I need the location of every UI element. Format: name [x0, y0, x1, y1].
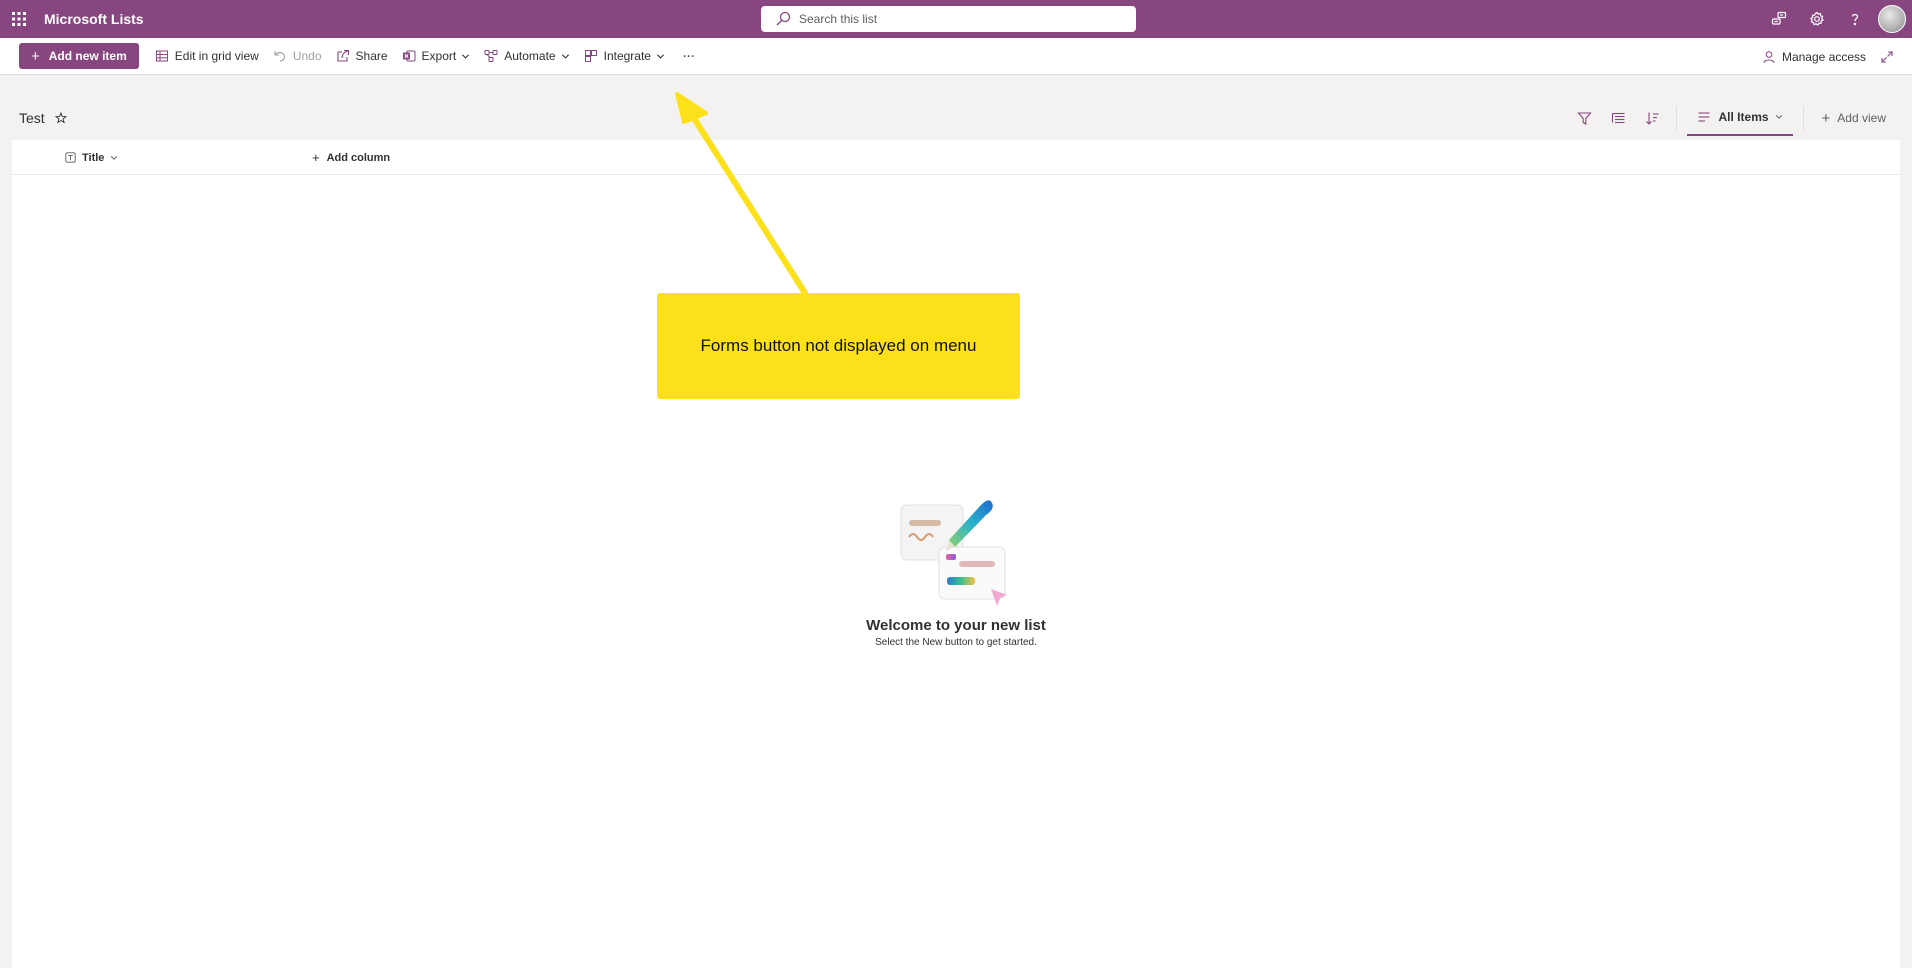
- share-label: Share: [355, 49, 388, 63]
- export-button[interactable]: Export: [395, 38, 478, 75]
- undo-icon: [274, 51, 285, 62]
- chevron-down-icon: [111, 155, 118, 160]
- chevron-down-icon: [462, 53, 470, 59]
- column-header-title[interactable]: Title: [65, 140, 118, 175]
- gear-icon: [1810, 11, 1824, 26]
- grid-icon: [155, 50, 168, 62]
- view-list-icon: [1698, 112, 1710, 122]
- annotation-callout: Forms button not displayed on menu: [657, 293, 1020, 399]
- person-icon: [1763, 50, 1775, 63]
- more-icon: ···: [682, 49, 695, 63]
- suite-actions: [1760, 0, 1912, 38]
- chevron-down-icon: [1775, 115, 1782, 119]
- app-launcher-button[interactable]: [0, 0, 38, 38]
- more-commands-button[interactable]: ···: [676, 38, 702, 75]
- search-box[interactable]: [761, 6, 1136, 32]
- sort-button[interactable]: [1636, 100, 1670, 136]
- command-bar: + Add new item Edit in grid view Undo Sh…: [0, 38, 1912, 75]
- expand-button[interactable]: [1873, 38, 1912, 75]
- add-view-label: Add view: [1837, 111, 1886, 125]
- new-list-illustration: [900, 500, 1007, 606]
- integrate-label: Integrate: [603, 49, 651, 63]
- add-new-item-label: Add new item: [48, 49, 127, 63]
- add-new-item-button[interactable]: + Add new item: [19, 43, 139, 69]
- filter-button[interactable]: [1568, 100, 1602, 136]
- plus-icon: +: [31, 47, 40, 65]
- chevron-down-icon: [561, 53, 569, 59]
- empty-state-subtitle: Select the New button to get started.: [875, 637, 1037, 648]
- text-column-icon: [65, 152, 76, 163]
- manage-access-button[interactable]: Manage access: [1755, 38, 1873, 75]
- expand-icon: [1881, 50, 1893, 63]
- suite-header: Microsoft Lists: [0, 0, 1912, 38]
- view-selector-label: All Items: [1718, 110, 1769, 124]
- column-title-label: Title: [82, 151, 105, 164]
- divider: [1675, 106, 1677, 130]
- sort-icon: [1646, 112, 1659, 125]
- integrate-button[interactable]: Integrate: [577, 38, 672, 75]
- plus-icon: +: [1821, 109, 1831, 127]
- manage-access-label: Manage access: [1781, 49, 1866, 64]
- undo-button[interactable]: Undo: [266, 38, 329, 75]
- share-button[interactable]: Share: [329, 38, 395, 75]
- add-view-button[interactable]: + Add view: [1810, 100, 1912, 136]
- empty-state-title: Welcome to your new list: [866, 617, 1046, 634]
- list-title: Test: [19, 110, 67, 126]
- automate-label: Automate: [504, 49, 556, 63]
- column-header-row: Title + Add column: [12, 140, 1900, 175]
- add-column-label: Add column: [326, 151, 391, 164]
- share-feedback-icon: [1771, 11, 1787, 25]
- search-icon: [776, 11, 791, 26]
- filter-icon: [1577, 111, 1592, 125]
- edit-grid-view-label: Edit in grid view: [174, 49, 259, 63]
- search-input[interactable]: [799, 12, 1119, 26]
- group-icon: [1611, 112, 1625, 123]
- view-tools: All Items + Add view: [1568, 100, 1912, 136]
- edit-grid-view-button[interactable]: Edit in grid view: [148, 38, 266, 75]
- integrate-icon: [584, 50, 597, 62]
- help-icon: [1851, 13, 1859, 26]
- divider: [1802, 106, 1804, 130]
- group-button[interactable]: [1602, 100, 1636, 136]
- share-icon: [336, 49, 349, 62]
- automate-icon: [484, 50, 498, 62]
- list-title-text[interactable]: Test: [19, 110, 45, 126]
- waffle-icon: [12, 12, 26, 26]
- star-icon[interactable]: [54, 112, 67, 124]
- automate-button[interactable]: Automate: [477, 38, 576, 75]
- list-content: Title + Add column Welcome to your new l…: [12, 140, 1900, 968]
- plus-icon: +: [312, 150, 320, 165]
- export-label: Export: [421, 49, 457, 63]
- add-column-button[interactable]: + Add column: [312, 140, 390, 175]
- settings-button[interactable]: [1798, 0, 1836, 38]
- view-selector[interactable]: All Items: [1686, 100, 1793, 136]
- chevron-down-icon: [656, 53, 665, 59]
- help-button[interactable]: [1836, 0, 1874, 38]
- avatar[interactable]: [1878, 5, 1906, 33]
- empty-state: Welcome to your new list Select the New …: [12, 485, 1900, 648]
- share-feedback-button[interactable]: [1760, 0, 1798, 38]
- command-bar-right: Manage access: [1755, 38, 1912, 75]
- excel-icon: [402, 50, 416, 62]
- undo-label: Undo: [292, 49, 322, 63]
- app-name[interactable]: Microsoft Lists: [44, 11, 144, 27]
